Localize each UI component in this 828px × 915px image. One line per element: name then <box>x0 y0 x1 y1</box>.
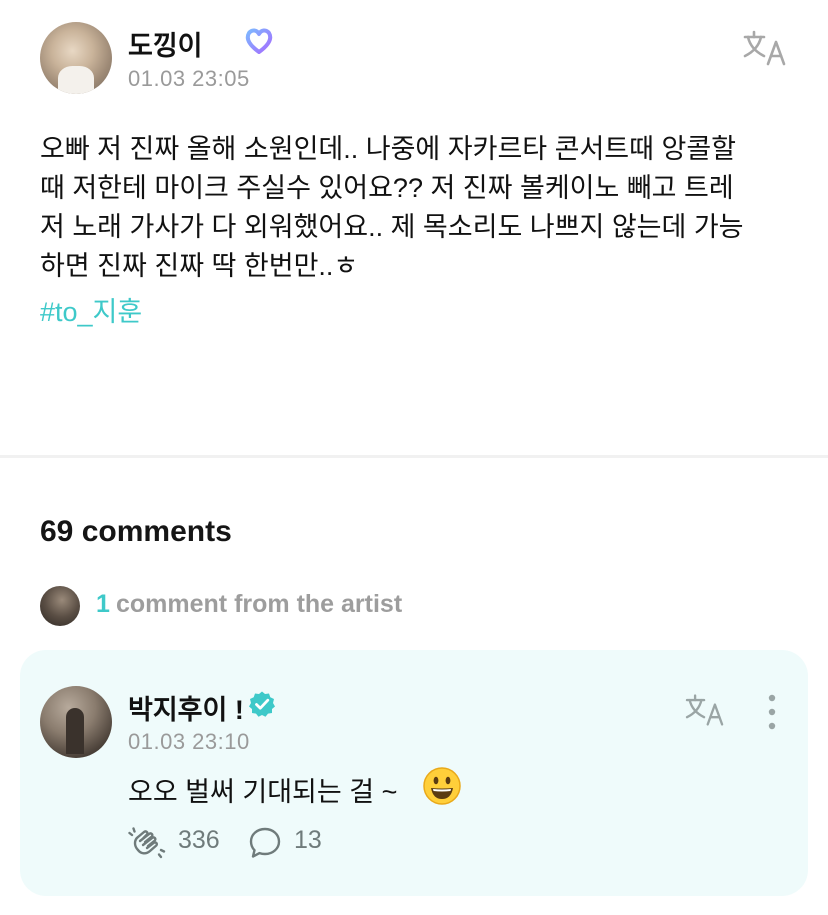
post-timestamp: 01.03 23:05 <box>128 66 250 91</box>
like-button[interactable]: 336 <box>128 824 238 860</box>
artist-name[interactable]: 박지후이 ! <box>128 688 244 727</box>
post-hashtag[interactable]: #to_지훈 <box>40 290 142 329</box>
post-page: 도낑이 01.03 23:05 오빠 저 진짜 올해 소원인데.. 나중에 자카… <box>0 0 828 915</box>
artist-comment-count: 1 <box>96 590 110 618</box>
reply-button[interactable]: 13 <box>248 824 338 860</box>
author-avatar[interactable] <box>40 22 112 94</box>
artist-mini-avatar <box>40 586 80 626</box>
verified-check-icon <box>249 691 275 717</box>
author-name[interactable]: 도낑이 <box>128 24 203 63</box>
applause-icon <box>128 827 166 859</box>
speech-bubble-icon <box>249 827 281 858</box>
translate-icon[interactable] <box>742 28 788 68</box>
heart-badge-icon <box>245 28 273 54</box>
reply-count: 13 <box>294 826 322 854</box>
post-header: 도낑이 01.03 23:05 <box>40 22 800 94</box>
more-vertical-icon[interactable] <box>758 690 786 734</box>
artist-comments-filter[interactable]: 1 comment from the artist <box>40 584 640 626</box>
artist-comment-text: 오오 벌써 기대되는 걸 ~ <box>128 777 398 807</box>
translate-icon[interactable] <box>684 692 726 728</box>
artist-avatar[interactable] <box>40 686 112 758</box>
smiling-face-emoji <box>423 767 461 805</box>
artist-comment-timestamp: 01.03 23:10 <box>128 729 250 754</box>
artist-comment-card: 박지후이 ! 01.03 23:10 오오 벌써 기대되는 걸 ~ 336 13 <box>20 650 808 896</box>
like-count: 336 <box>178 826 220 854</box>
post-body: 오빠 저 진짜 올해 소원인데.. 나중에 자카르타 콘서트때 앙콜할 때 저한… <box>40 134 744 281</box>
section-divider <box>0 455 828 458</box>
comments-count: 69 comments <box>40 515 232 548</box>
artist-comment-label: comment from the artist <box>116 590 403 618</box>
